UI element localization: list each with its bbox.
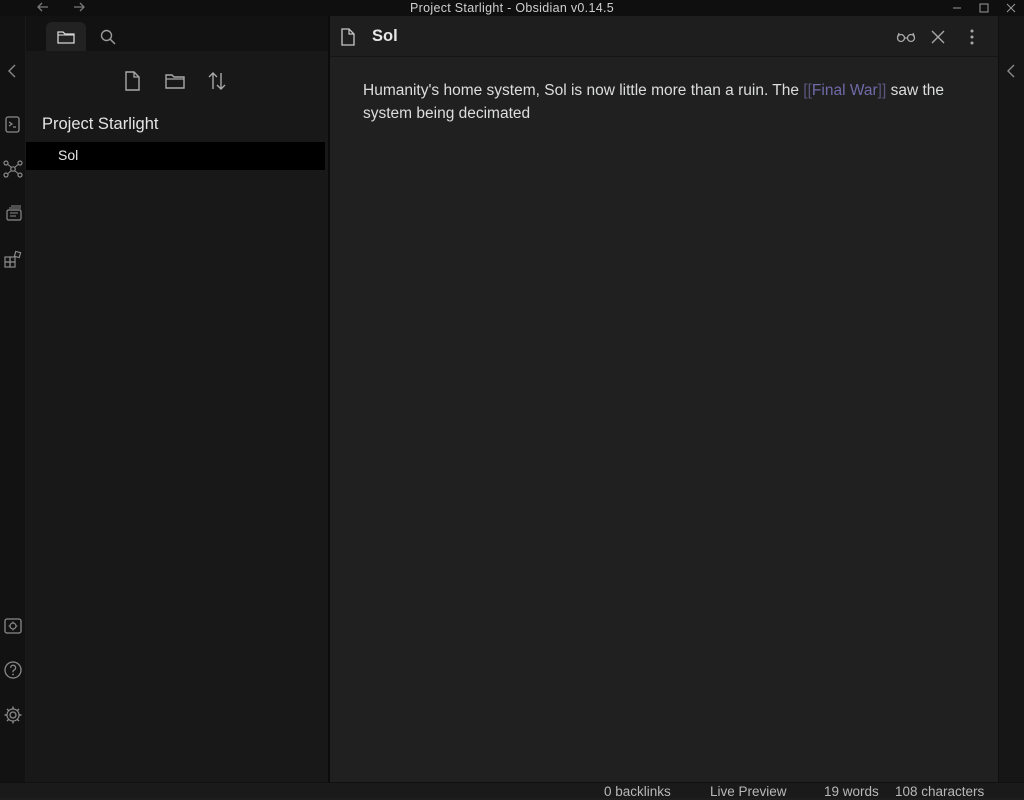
note-content[interactable]: Humanity's home system, Sol is now littl… bbox=[363, 79, 973, 125]
more-options-icon[interactable] bbox=[962, 28, 982, 46]
wikilink-close-brackets: ]] bbox=[877, 82, 887, 99]
file-item-label: Sol bbox=[58, 147, 79, 163]
right-sidebar-strip bbox=[998, 16, 1024, 782]
wikilink-final-war[interactable]: Final War bbox=[812, 82, 878, 99]
sidebar-tab-bar bbox=[26, 16, 328, 51]
reading-view-icon[interactable] bbox=[896, 28, 916, 46]
vault-icon[interactable] bbox=[2, 615, 24, 637]
new-note-icon[interactable] bbox=[120, 69, 144, 93]
collapse-left-icon[interactable] bbox=[2, 60, 24, 82]
status-bar: 0 backlinks Live Preview 19 words 108 ch… bbox=[0, 782, 1024, 799]
tab-search[interactable] bbox=[88, 22, 128, 51]
close-window-icon[interactable] bbox=[1004, 1, 1018, 15]
file-explorer-sidebar: Project Starlight Sol bbox=[26, 16, 328, 782]
ribbon bbox=[0, 16, 26, 782]
close-note-icon[interactable] bbox=[928, 28, 948, 46]
new-folder-icon[interactable] bbox=[163, 69, 187, 93]
vault-name[interactable]: Project Starlight bbox=[42, 115, 158, 134]
settings-icon[interactable] bbox=[2, 704, 24, 726]
folder-icon bbox=[56, 28, 76, 46]
window-title: Project Starlight - Obsidian v0.14.5 bbox=[410, 1, 614, 15]
minimize-icon[interactable] bbox=[950, 1, 964, 15]
title-bar: Project Starlight - Obsidian v0.14.5 bbox=[0, 0, 1024, 16]
help-icon[interactable] bbox=[2, 659, 24, 681]
expand-right-icon[interactable] bbox=[1001, 60, 1023, 82]
editor-pane: Sol Humanity's home system, Sol is now l… bbox=[330, 16, 998, 782]
templates-icon[interactable] bbox=[2, 248, 24, 270]
file-item-sol[interactable]: Sol bbox=[26, 142, 325, 170]
slides-icon[interactable] bbox=[2, 203, 24, 225]
sort-icon[interactable] bbox=[205, 69, 229, 93]
graph-view-icon[interactable] bbox=[2, 158, 24, 180]
content-text-before: Humanity's home system, Sol is now littl… bbox=[363, 82, 804, 99]
file-actions-toolbar bbox=[26, 66, 328, 96]
maximize-icon[interactable] bbox=[977, 1, 991, 15]
wikilink-open-brackets: [[ bbox=[803, 82, 812, 99]
command-palette-icon[interactable] bbox=[2, 114, 24, 136]
editor-header: Sol bbox=[330, 16, 998, 57]
document-icon bbox=[340, 28, 356, 46]
search-icon bbox=[99, 28, 117, 46]
tab-file-explorer[interactable] bbox=[46, 22, 86, 51]
note-title[interactable]: Sol bbox=[372, 27, 398, 46]
